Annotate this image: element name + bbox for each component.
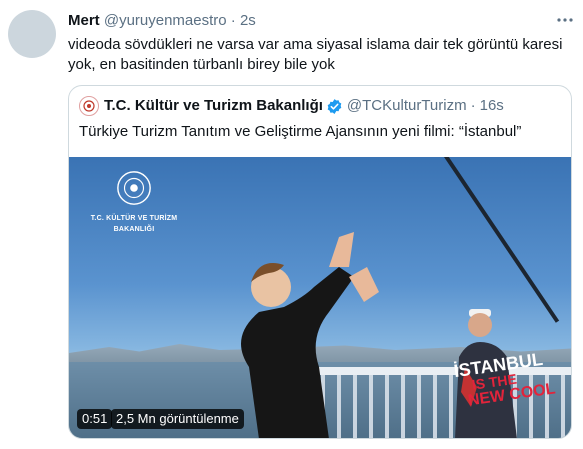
istanbul-overlay: İSTANBUL IS THE NEW COOL [452,348,562,431]
video-player[interactable]: T.C. KÜLTÜR VE TURİZM BAKANLIĞI İSTANBUL… [69,157,571,438]
quoted-avatar[interactable] [79,96,99,116]
logo-text-line1: T.C. KÜLTÜR VE TURİZM [90,215,178,222]
view-count: 2,5 Mn görüntülenme [111,409,244,429]
separator-dot: · [470,97,476,114]
more-horizontal-icon[interactable] [555,10,575,30]
author-handle[interactable]: @yuruyenmaestro [104,12,227,29]
ministry-logo: T.C. KÜLTÜR VE TURİZM BAKANLIĞI [79,169,189,233]
avatar[interactable] [8,10,56,58]
tweet[interactable]: Mert @yuruyenmaestro · 2s videoda sövdük… [0,0,583,449]
verified-badge-icon [326,98,343,115]
author-name[interactable]: Mert [68,12,100,29]
quoted-tweet-header: T.C. Kültür ve Turizm Bakanlığı @TCKultu… [79,96,504,116]
timestamp[interactable]: 2s [240,12,256,29]
separator-dot: · [230,12,236,29]
quoted-tweet-text: Türkiye Turizm Tanıtım ve Geliştirme Aja… [79,123,522,140]
tweet-text: videoda sövdükleri ne varsa var ama siya… [68,36,563,73]
video-duration: 0:51 [77,409,113,429]
ministry-emblem-icon [83,100,95,112]
logo-text-line2: BAKANLIĞI [113,226,155,233]
quoted-author-handle[interactable]: @TCKulturTurizm [347,96,467,116]
quoted-timestamp[interactable]: 16s [480,96,504,116]
dancing-woman-figure [241,232,379,438]
quoted-tweet[interactable]: T.C. Kültür ve Turizm Bakanlığı @TCKultu… [68,85,572,439]
ministry-emblem-icon [117,171,151,205]
quoted-author-name[interactable]: T.C. Kültür ve Turizm Bakanlığı [104,96,323,116]
tweet-header: Mert @yuruyenmaestro · 2s [68,12,256,30]
